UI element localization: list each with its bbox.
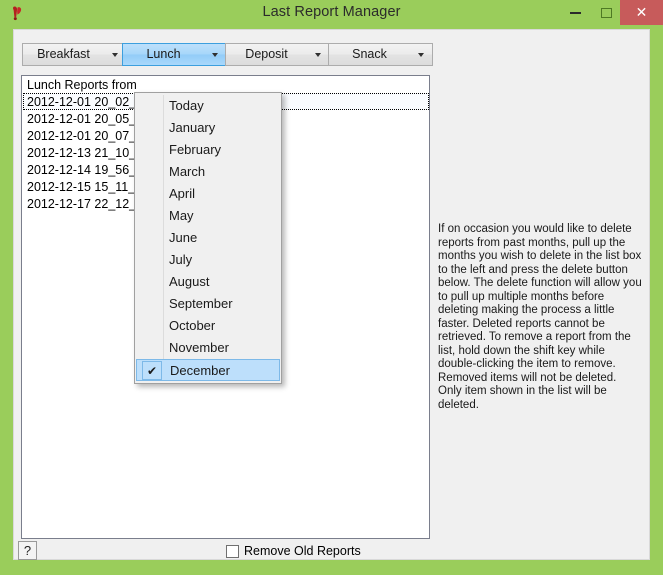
title-bar: Last Report Manager ✕ [0, 0, 663, 29]
combo-deposit-label: Deposit [245, 47, 288, 61]
combo-snack-label: Snack [352, 47, 387, 61]
dropdown-item-march[interactable]: March [135, 161, 281, 183]
combo-deposit[interactable]: Deposit [225, 43, 330, 66]
dropdown-item-november[interactable]: November [135, 337, 281, 359]
help-button[interactable]: ? [18, 541, 37, 560]
list-item[interactable]: 2012-12-15 15_11_0 [24, 179, 142, 195]
app-icon [8, 4, 28, 24]
dropdown-item-label: March [169, 164, 206, 179]
dropdown-item-july[interactable]: July [135, 249, 281, 271]
dropdown-item-label: April [169, 186, 196, 201]
chevron-down-icon [307, 44, 329, 65]
combo-breakfast[interactable]: Breakfast [22, 43, 127, 66]
dropdown-item-label: October [169, 318, 216, 333]
dropdown-item-september[interactable]: September [135, 293, 281, 315]
listbox-header: Lunch Reports from [27, 78, 137, 92]
dropdown-item-june[interactable]: June [135, 227, 281, 249]
remove-old-reports-label: Remove Old Reports [244, 544, 361, 558]
checkbox-box[interactable] [226, 544, 239, 558]
maximize-icon [589, 0, 624, 25]
combo-snack[interactable]: Snack [328, 43, 433, 66]
dropdown-item-january[interactable]: January [135, 117, 281, 139]
question-mark-icon: ? [23, 543, 32, 558]
instructions-text: If on occasion you would like to delete … [438, 223, 642, 411]
dropdown-item-october[interactable]: October [135, 315, 281, 337]
maximize-button[interactable] [589, 0, 624, 25]
dropdown-item-label: May [169, 208, 194, 223]
dropdown-item-today[interactable]: Today [135, 95, 281, 117]
dropdown-item-label: November [169, 340, 229, 355]
chevron-down-icon [410, 44, 432, 65]
dropdown-item-april[interactable]: April [135, 183, 281, 205]
dropdown-item-december[interactable]: ✔ December [136, 359, 280, 381]
dropdown-item-label: July [169, 252, 193, 267]
dropdown-item-may[interactable]: May [135, 205, 281, 227]
list-item[interactable]: 2012-12-01 20_02_3 [24, 94, 143, 110]
client-area: Breakfast Lunch Deposit Snack Lunch Repo… [13, 29, 650, 560]
chevron-down-icon [204, 44, 226, 65]
minimize-button[interactable] [558, 0, 593, 25]
minimize-icon [558, 0, 593, 25]
dropdown-item-august[interactable]: August [135, 271, 281, 293]
list-item[interactable]: 2012-12-01 20_05_5 [24, 111, 143, 127]
dropdown-item-february[interactable]: February [135, 139, 281, 161]
close-icon: ✕ [635, 4, 648, 20]
dropdown-item-label: February [169, 142, 222, 157]
close-button[interactable]: ✕ [620, 0, 663, 25]
combo-lunch[interactable]: Lunch [122, 43, 227, 66]
dropdown-item-label: January [169, 120, 216, 135]
application-window: Last Report Manager ✕ Breakfast Lunch De… [0, 0, 663, 575]
dropdown-item-label: June [169, 230, 198, 245]
remove-old-reports-checkbox[interactable]: Remove Old Reports [226, 543, 361, 559]
list-item[interactable]: 2012-12-17 22_12_3 [24, 196, 143, 212]
list-item[interactable]: 2012-12-13 21_10_3 [24, 145, 143, 161]
checkmark-icon: ✔ [142, 361, 162, 380]
combo-breakfast-label: Breakfast [37, 47, 90, 61]
list-item[interactable]: 2012-12-14 19_56_0 [24, 162, 143, 178]
dropdown-item-label: Today [169, 98, 204, 113]
dropdown-item-label: August [169, 274, 210, 289]
month-dropdown-menu[interactable]: Today January February March April May J… [134, 92, 282, 384]
dropdown-item-label: September [169, 296, 233, 311]
list-item[interactable]: 2012-12-01 20_07_0 [24, 128, 143, 144]
combo-lunch-label: Lunch [146, 47, 181, 61]
dropdown-item-label: December [170, 363, 230, 378]
